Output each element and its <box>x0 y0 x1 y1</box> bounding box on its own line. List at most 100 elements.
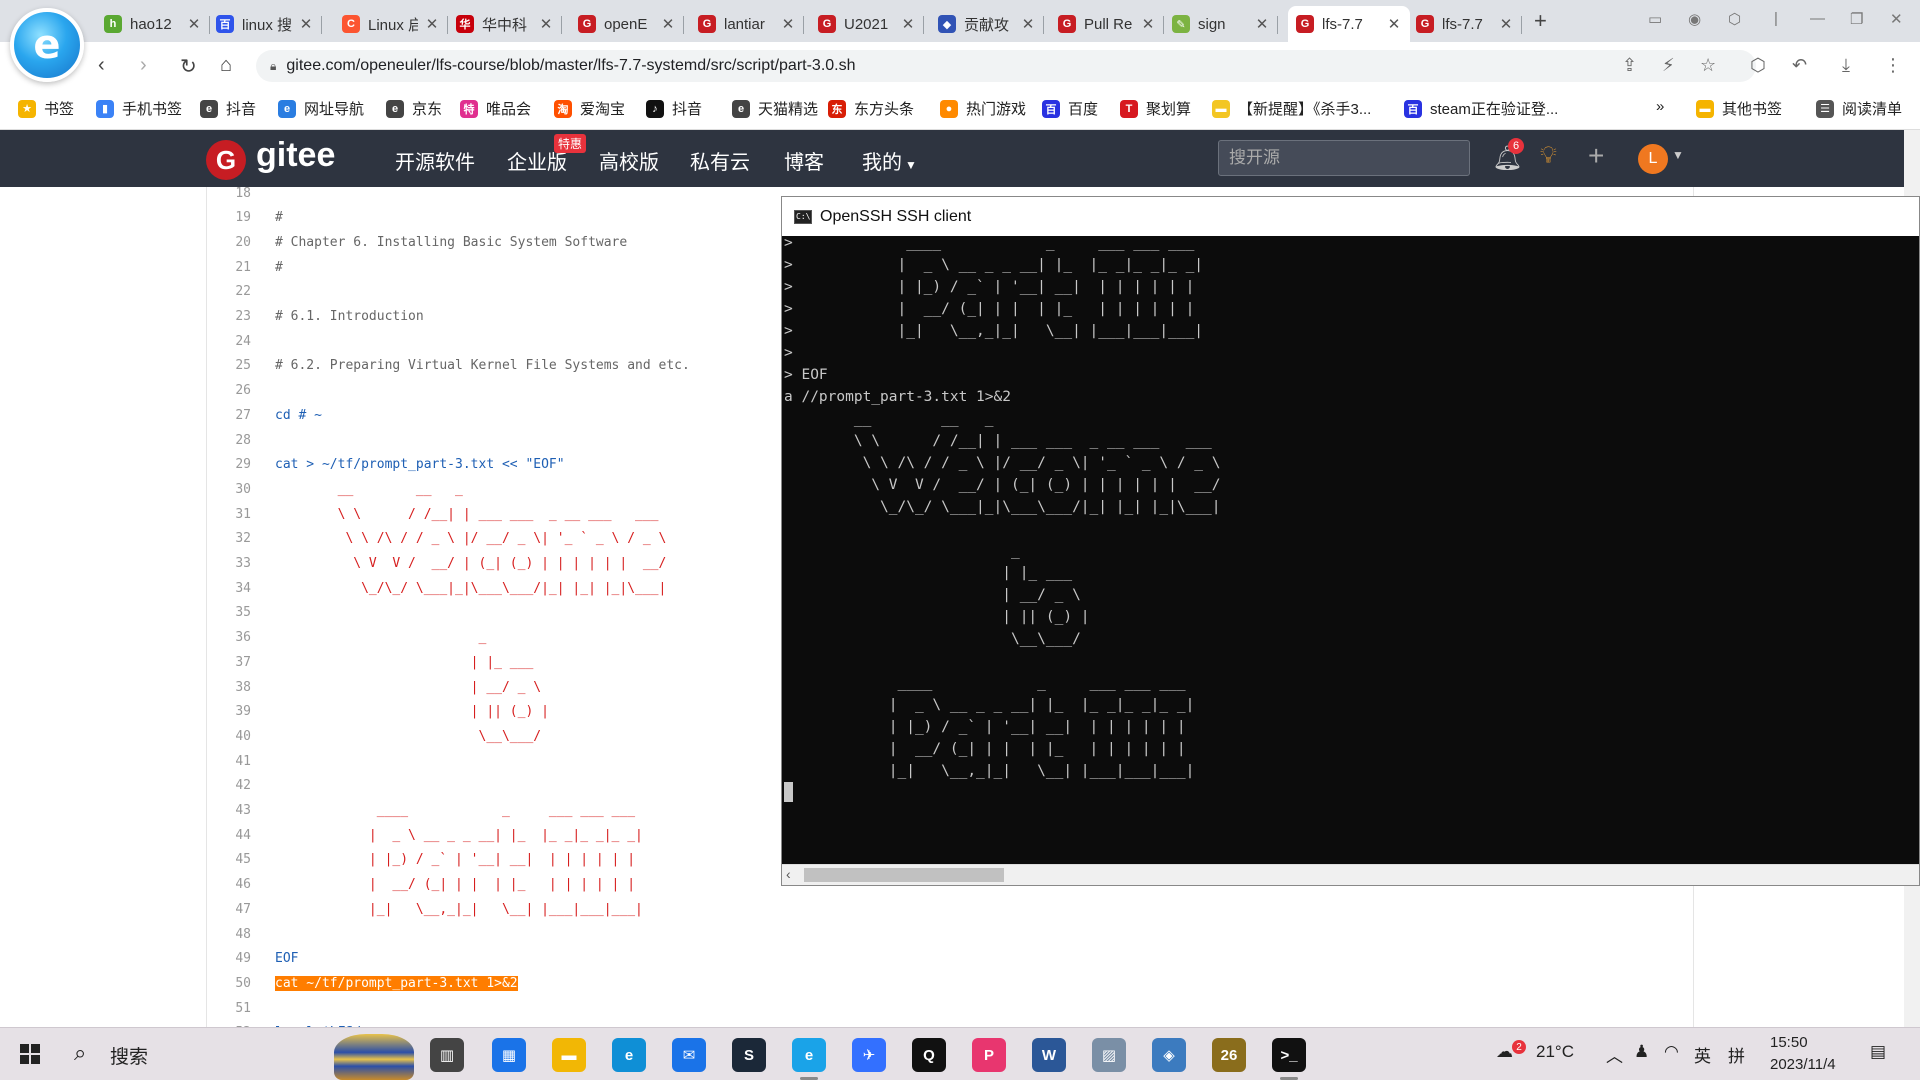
bookmarks-overflow-icon[interactable]: » <box>1656 98 1664 115</box>
restore-icon[interactable]: ❐ <box>1850 10 1863 28</box>
steam-icon[interactable]: S <box>732 1038 766 1072</box>
terminal-output[interactable]: > ____ _ ___ ___ ___ > | _ \ __ _ _ __| |… <box>782 236 1919 864</box>
line-number[interactable]: 40 <box>207 729 253 744</box>
line-number[interactable]: 27 <box>207 408 253 423</box>
bookmark-item[interactable]: ▬ 【新提醒】《杀手3... <box>1212 98 1371 119</box>
bookmark-item[interactable]: ▬ 其他书签 <box>1696 98 1782 119</box>
tab-close-icon[interactable]: ✕ <box>900 15 916 33</box>
line-number[interactable]: 29 <box>207 457 253 472</box>
bookmark-item[interactable]: e 抖音 <box>200 98 256 119</box>
line-number[interactable]: 22 <box>207 284 253 299</box>
feishu-icon[interactable]: ✈ <box>852 1038 886 1072</box>
line-number[interactable]: 50 <box>207 976 253 991</box>
bookmark-item[interactable]: 东东方头条 <box>828 98 914 119</box>
line-number[interactable]: 33 <box>207 556 253 571</box>
line-number[interactable]: 51 <box>207 1001 253 1016</box>
bookmark-item[interactable]: e 网址导航 <box>278 98 364 119</box>
line-number[interactable]: 49 <box>207 951 253 966</box>
bookmark-item[interactable]: ● 热门游戏 <box>940 98 1026 119</box>
cpu-z-icon[interactable]: 26 <box>1212 1038 1246 1072</box>
browser-tab[interactable]: h hao12 ✕ <box>96 6 210 42</box>
file-explorer-icon[interactable]: ▬ <box>552 1038 586 1072</box>
bookmark-item[interactable]: ♪ 抖音 <box>646 98 702 119</box>
line-number[interactable]: 44 <box>207 828 253 843</box>
line-number[interactable]: 42 <box>207 778 253 793</box>
browser-tab[interactable]: 华华中科 ✕ <box>448 6 562 42</box>
browser-tab[interactable]: ◆ 贡献攻 ✕ <box>930 6 1044 42</box>
taskbar-search-label[interactable]: 搜索 <box>110 1042 148 1069</box>
line-number[interactable]: 39 <box>207 704 253 719</box>
collections-icon[interactable]: ▭ <box>1648 10 1662 28</box>
ime-language[interactable]: 英 <box>1694 1042 1711 1067</box>
minimize-icon[interactable]: — <box>1810 10 1825 27</box>
lightning-icon[interactable]: ⚡︎ <box>1662 55 1675 76</box>
tab-close-icon[interactable]: ✕ <box>1254 15 1270 33</box>
weather-temp[interactable]: 21°C <box>1536 1042 1574 1062</box>
incognito-icon[interactable]: ◉ <box>1688 10 1701 28</box>
tab-close-icon[interactable]: ✕ <box>660 15 676 33</box>
back-arrow-icon[interactable]: ‹ <box>98 54 105 77</box>
lightbulb-icon[interactable]: 💡︎ <box>1540 142 1557 170</box>
line-number[interactable]: 20 <box>207 235 253 250</box>
bookmark-item[interactable]: ▮ 手机书签 <box>96 98 182 119</box>
line-number[interactable]: 37 <box>207 655 253 670</box>
store-icon[interactable]: ▦ <box>492 1038 526 1072</box>
mail-icon[interactable]: ✉ <box>672 1038 706 1072</box>
line-number[interactable]: 35 <box>207 605 253 620</box>
word-icon[interactable]: W <box>1032 1038 1066 1072</box>
share-icon[interactable]: ⇪ <box>1622 55 1637 76</box>
lock-icon[interactable]: 🔒︎ <box>270 59 276 74</box>
undo-icon[interactable]: ↶ <box>1792 55 1807 76</box>
browser-tab[interactable]: G Pull Re ✕ <box>1050 6 1164 42</box>
create-plus-icon[interactable]: + <box>1588 140 1604 172</box>
nav-private-cloud[interactable]: 私有云 <box>690 146 750 175</box>
avatar-chevron-down-icon[interactable]: ▼ <box>1672 148 1684 162</box>
line-number[interactable]: 21 <box>207 260 253 275</box>
star-bookmark-icon[interactable]: ☆ <box>1700 55 1716 76</box>
line-number[interactable]: 38 <box>207 680 253 695</box>
line-number[interactable]: 34 <box>207 581 253 596</box>
line-number[interactable]: 43 <box>207 803 253 818</box>
browser-tab[interactable]: GopenE ✕ <box>570 6 684 42</box>
browser-tab[interactable]: Glfs-7.7 ✕ <box>1408 6 1522 42</box>
close-window-icon[interactable]: ✕ <box>1890 10 1903 28</box>
tab-close-icon[interactable]: ✕ <box>780 15 796 33</box>
line-number[interactable]: 28 <box>207 433 253 448</box>
browser-tab[interactable]: G U2021 ✕ <box>810 6 924 42</box>
nav-open-source[interactable]: 开源软件 <box>395 146 475 175</box>
pdf-icon[interactable]: P <box>972 1038 1006 1072</box>
line-number[interactable]: 19 <box>207 210 253 225</box>
search-highlight-image[interactable] <box>334 1034 414 1080</box>
clock-time[interactable]: 15:50 <box>1770 1034 1808 1051</box>
extension-icon[interactable]: ⬡ <box>1728 10 1741 28</box>
bookmark-item[interactable]: 淘爱淘宝 <box>554 98 625 119</box>
line-number[interactable]: 31 <box>207 507 253 522</box>
search-icon[interactable]: ⌕ <box>74 1040 86 1066</box>
browser-logo-icon[interactable]: e <box>10 8 84 82</box>
qq-icon[interactable]: Q <box>912 1038 946 1072</box>
scrollbar-thumb[interactable] <box>804 868 1004 882</box>
browser-tab[interactable]: ✎ sign ✕ <box>1164 6 1278 42</box>
bookmark-item[interactable]: 特唯品会 <box>460 98 531 119</box>
new-tab-plus-icon[interactable]: + <box>1534 8 1547 34</box>
line-number[interactable]: 36 <box>207 630 253 645</box>
line-number[interactable]: 32 <box>207 531 253 546</box>
wifi-icon[interactable]: ◠ <box>1664 1042 1679 1062</box>
nav-blog[interactable]: 博客 <box>784 146 824 175</box>
reload-icon[interactable]: ↻ <box>180 54 197 79</box>
extensions-icon[interactable]: ⬡ <box>1750 55 1766 76</box>
forward-arrow-icon[interactable]: › <box>140 54 147 77</box>
gitee-logo-icon[interactable]: G <box>206 140 246 180</box>
ssh-title-bar[interactable]: C:\ OpenSSH SSH client <box>782 197 1919 236</box>
edge-icon[interactable]: e <box>612 1038 646 1072</box>
browser-tab[interactable]: 百 linux 搜 ✕ <box>208 6 322 42</box>
url-field[interactable]: 🔒︎ gitee.com/openeuler/lfs-course/blob/m… <box>256 50 1756 82</box>
tab-close-icon[interactable]: ✕ <box>1020 15 1036 33</box>
tab-close-icon[interactable]: ✕ <box>1140 15 1156 33</box>
line-number[interactable]: 41 <box>207 754 253 769</box>
tab-close-icon[interactable]: ✕ <box>1386 15 1402 33</box>
nav-education[interactable]: 高校版 <box>599 146 659 175</box>
tab-close-icon[interactable]: ✕ <box>424 15 440 33</box>
weather-cloud-icon[interactable]: ☁ <box>1496 1042 1513 1062</box>
nav-mine[interactable]: 我的 ▼ <box>862 146 917 175</box>
